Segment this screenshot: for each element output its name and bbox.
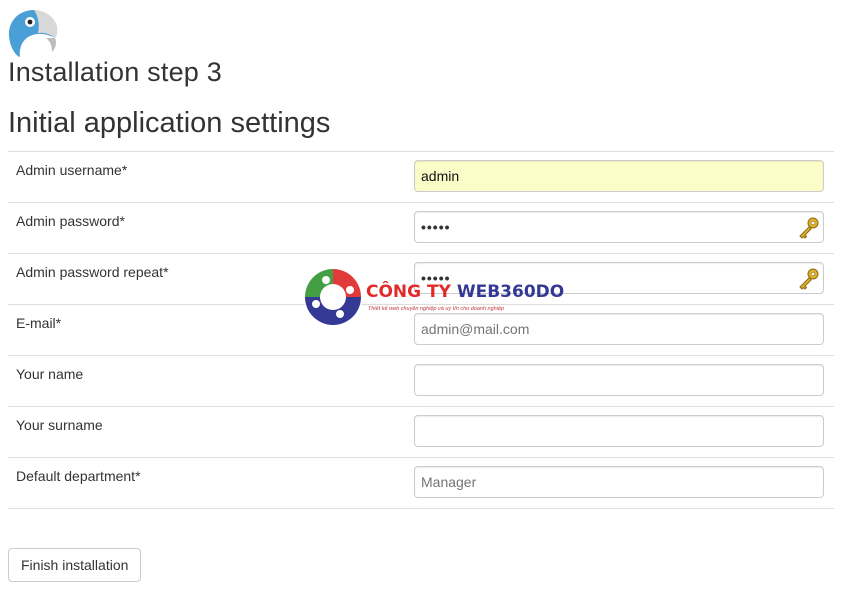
watermark-subtitle: Thiết kế web chuyên nghiệp và uy tín cho… (368, 306, 505, 312)
admin-password-repeat-label: Admin password repeat* (16, 264, 169, 280)
form-row-your-surname: Your surname (8, 407, 834, 458)
email-label: E-mail* (16, 315, 62, 331)
admin-password-value: ••••• (421, 219, 451, 235)
your-surname-label: Your surname (16, 417, 103, 433)
form-row-admin-password: Admin password* ••••• (8, 203, 834, 254)
watermark-logo-icon (304, 268, 362, 326)
default-department-input[interactable] (414, 466, 824, 498)
admin-password-input[interactable]: ••••• (414, 211, 824, 243)
admin-username-input[interactable]: admin (414, 160, 824, 192)
section-title: Initial application settings (8, 107, 331, 139)
watermark: CÔNG TY WEB360DO Thiết kế web chuyên ngh… (302, 266, 564, 328)
admin-username-label: Admin username* (16, 162, 128, 178)
settings-form: Admin username* admin Admin password* ••… (8, 151, 834, 509)
admin-password-label: Admin password* (16, 213, 125, 229)
parrot-logo-icon (8, 10, 58, 57)
key-icon[interactable] (796, 216, 820, 240)
form-row-admin-username: Admin username* admin (8, 152, 834, 203)
form-row-default-department: Default department* (8, 458, 834, 509)
default-department-label: Default department* (16, 468, 141, 484)
your-surname-input[interactable] (414, 415, 824, 447)
your-name-input[interactable] (414, 364, 824, 396)
form-row-your-name: Your name (8, 356, 834, 407)
key-icon[interactable] (796, 267, 820, 291)
finish-installation-button[interactable]: Finish installation (8, 548, 142, 582)
page-title: Installation step 3 (8, 57, 222, 87)
watermark-title: CÔNG TY WEB360DO (366, 282, 565, 302)
your-name-label: Your name (16, 366, 84, 382)
